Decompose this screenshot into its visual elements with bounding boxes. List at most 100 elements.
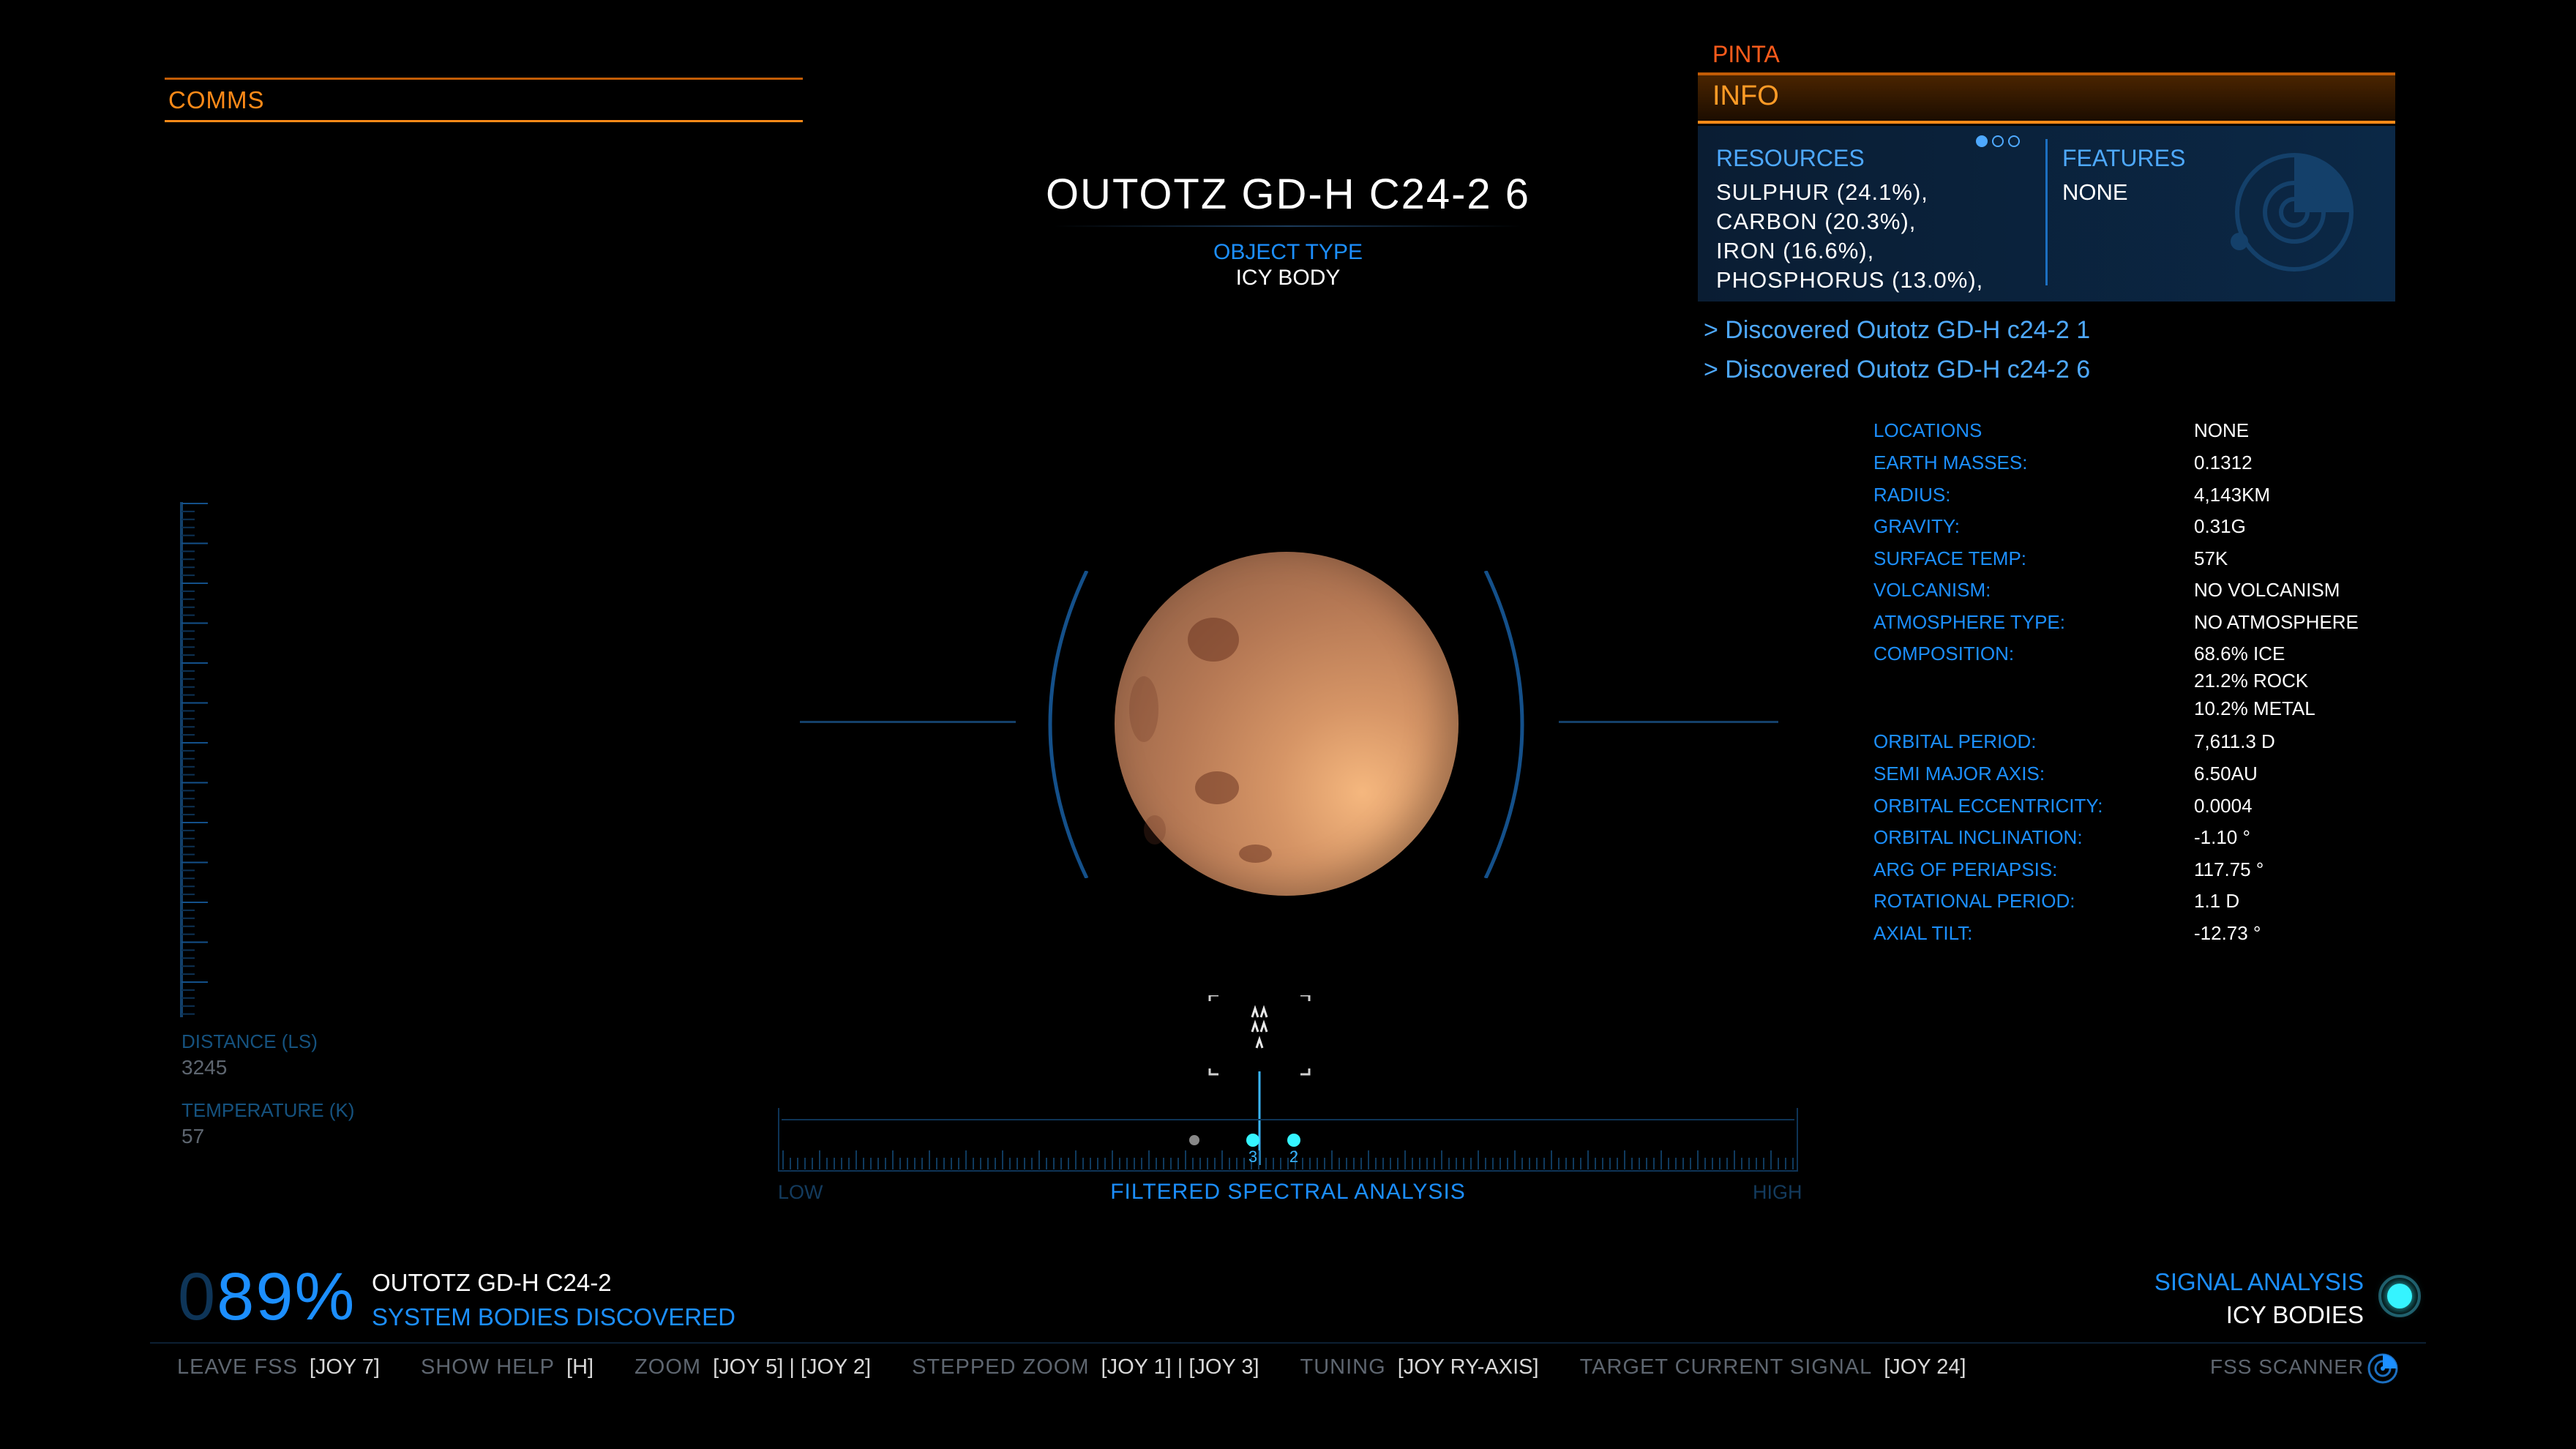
body-name: OUTOTZ GD-H C24-2 6 bbox=[1045, 171, 1531, 218]
resource-item: PHOSPHORUS (13.0%), bbox=[1716, 267, 1984, 293]
keybind-key: [JOY 7] bbox=[309, 1355, 380, 1379]
object-type-value: ICY BODY bbox=[1235, 266, 1341, 290]
signal-marker-3[interactable] bbox=[1246, 1134, 1259, 1147]
stat-label: ORBITAL ECCENTRICITY: bbox=[1873, 795, 2103, 817]
stat-label: ORBITAL INCLINATION: bbox=[1873, 826, 2083, 848]
info-divider bbox=[2045, 139, 2048, 285]
spectrum-low-label: LOW bbox=[778, 1181, 823, 1203]
stat-label: SEMI MAJOR AXIS: bbox=[1873, 763, 2045, 785]
stat-value: 1.1 D bbox=[2194, 890, 2240, 912]
stat-value: 117.75 ° bbox=[2194, 858, 2264, 880]
distance-label: DISTANCE (LS) bbox=[181, 1030, 318, 1052]
temperature-label: TEMPERATURE (K) bbox=[181, 1099, 355, 1121]
object-type-label: OBJECT TYPE bbox=[1213, 240, 1363, 264]
comms-title[interactable]: COMMS bbox=[168, 86, 265, 114]
keybind-bar: LEAVE FSS [JOY 7] SHOW HELP [H] ZOOM [JOY 5] … bbox=[177, 1355, 2007, 1379]
signal-analysis-label: SIGNAL ANALYSIS bbox=[2154, 1268, 2364, 1295]
signal-analysis-value: ICY BODIES bbox=[2225, 1301, 2364, 1328]
resource-item: SULPHUR (24.1%), bbox=[1716, 179, 1928, 205]
resource-item: CARBON (20.3%), bbox=[1716, 209, 1917, 234]
keybind-hint: LEAVE FSS [JOY 7] bbox=[177, 1355, 380, 1379]
keybind-hint: ZOOM [JOY 5] | [JOY 2] bbox=[634, 1355, 871, 1379]
spectrum-high-label: HIGH bbox=[1753, 1181, 1802, 1203]
stat-value: 4,143KM bbox=[2194, 484, 2271, 506]
crater bbox=[1188, 618, 1239, 662]
stat-value: 68.6% ICE bbox=[2194, 643, 2285, 664]
stat-label: LOCATIONS bbox=[1873, 419, 1982, 441]
stat-value: NO VOLCANISM bbox=[2194, 579, 2340, 601]
stat-label: ATMOSPHERE TYPE: bbox=[1873, 611, 2065, 633]
ship-name: PINTA bbox=[1712, 41, 1780, 67]
keybind-action: SHOW HELP bbox=[421, 1355, 555, 1379]
stat-value: 7,611.3 D bbox=[2194, 730, 2275, 752]
signal-count-label: 3 bbox=[1248, 1147, 1257, 1166]
keybind-hint: SHOW HELP [H] bbox=[421, 1355, 594, 1379]
stat-value: 10.2% METAL bbox=[2194, 697, 2315, 719]
distance-gauge bbox=[180, 502, 208, 1017]
stat-label: ORBITAL PERIOD: bbox=[1873, 730, 2037, 752]
discovery-percent: 089% bbox=[178, 1259, 356, 1336]
fss-scanner-label: FSS SCANNER bbox=[2210, 1355, 2365, 1378]
stat-value: 0.31G bbox=[2194, 515, 2246, 537]
signal-count-label: 2 bbox=[1289, 1147, 1298, 1166]
stat-value: -12.73 ° bbox=[2194, 922, 2261, 944]
stat-label: GRAVITY: bbox=[1873, 515, 1960, 537]
stat-label: ROTATIONAL PERIOD: bbox=[1873, 890, 2075, 912]
name-underline bbox=[1054, 225, 1522, 227]
keybind-key: [JOY 24] bbox=[1884, 1355, 1966, 1379]
crater bbox=[1144, 815, 1166, 845]
stat-label: ARG OF PERIAPSIS: bbox=[1873, 858, 2058, 880]
info-tab-bar[interactable] bbox=[1698, 75, 2395, 124]
crater bbox=[1195, 771, 1239, 804]
stat-label: COMPOSITION: bbox=[1873, 643, 2015, 664]
stat-label: VOLCANISM: bbox=[1873, 579, 1991, 601]
keybind-key: [JOY RY-AXIS] bbox=[1397, 1355, 1539, 1379]
discovered-entry[interactable]: > Discovered Outotz GD-H c24-2 1 bbox=[1704, 316, 2090, 345]
stat-label: RADIUS: bbox=[1873, 484, 1951, 506]
info-tab-title[interactable]: INFO bbox=[1712, 80, 1779, 112]
bodies-discovered-caption: SYSTEM BODIES DISCOVERED bbox=[372, 1303, 735, 1330]
target-reticle bbox=[1208, 995, 1311, 1076]
signal-marker-2[interactable] bbox=[1287, 1134, 1300, 1147]
keybind-key: [JOY 5] | [JOY 2] bbox=[713, 1355, 872, 1379]
planet-icy-body[interactable] bbox=[1115, 552, 1459, 896]
stat-label: EARTH MASSES: bbox=[1873, 452, 2028, 473]
stat-value: 0.1312 bbox=[2194, 452, 2253, 473]
system-name: OUTOTZ GD-H C24-2 bbox=[372, 1269, 612, 1296]
comms-top-line bbox=[165, 78, 803, 80]
resources-heading: RESOURCES bbox=[1716, 145, 1865, 171]
resource-item: IRON (16.6%), bbox=[1716, 238, 1875, 263]
keybind-action: LEAVE FSS bbox=[177, 1355, 298, 1379]
stat-value: 0.0004 bbox=[2194, 795, 2253, 817]
stat-value: 21.2% ROCK bbox=[2194, 670, 2309, 692]
pager-dot[interactable] bbox=[1992, 135, 2004, 147]
fss-scanner-icon bbox=[2367, 1353, 2398, 1384]
keybind-key: [H] bbox=[566, 1355, 594, 1379]
distance-value: 3245 bbox=[181, 1056, 228, 1079]
pager-dot[interactable] bbox=[2008, 135, 2020, 147]
comms-bottom-line bbox=[165, 120, 803, 122]
info-pager[interactable] bbox=[1976, 135, 2024, 151]
chevrons bbox=[1251, 1005, 1268, 1049]
stat-value: 6.50AU bbox=[2194, 763, 2258, 785]
stat-value: NONE bbox=[2194, 419, 2250, 441]
keybind-hint: STEPPED ZOOM [JOY 1] | [JOY 3] bbox=[912, 1355, 1259, 1379]
temperature-value: 57 bbox=[181, 1125, 205, 1147]
stat-value: NO ATMOSPHERE bbox=[2194, 611, 2359, 633]
spectral-analysis-title: FILTERED SPECTRAL ANALYSIS bbox=[1110, 1180, 1466, 1204]
percent-lead-digit: 0 bbox=[178, 1259, 217, 1334]
signal-marker-unknown[interactable] bbox=[1189, 1135, 1199, 1145]
keybind-action: STEPPED ZOOM bbox=[912, 1355, 1090, 1379]
keybind-action: ZOOM bbox=[634, 1355, 702, 1379]
keybind-hint: TUNING [JOY RY-AXIS] bbox=[1300, 1355, 1539, 1379]
stat-label: AXIAL TILT: bbox=[1873, 922, 1973, 944]
reticle-line-right bbox=[1559, 721, 1778, 723]
features-value: NONE bbox=[2062, 179, 2128, 205]
discovered-entry[interactable]: > Discovered Outotz GD-H c24-2 6 bbox=[1704, 356, 2090, 384]
features-heading: FEATURES bbox=[2062, 145, 2186, 171]
pager-dot[interactable] bbox=[1976, 135, 1988, 147]
crater bbox=[1239, 845, 1272, 863]
percent-value: 89% bbox=[217, 1259, 356, 1334]
keybind-action: TUNING bbox=[1300, 1355, 1386, 1379]
keybind-action: TARGET CURRENT SIGNAL bbox=[1579, 1355, 1873, 1379]
